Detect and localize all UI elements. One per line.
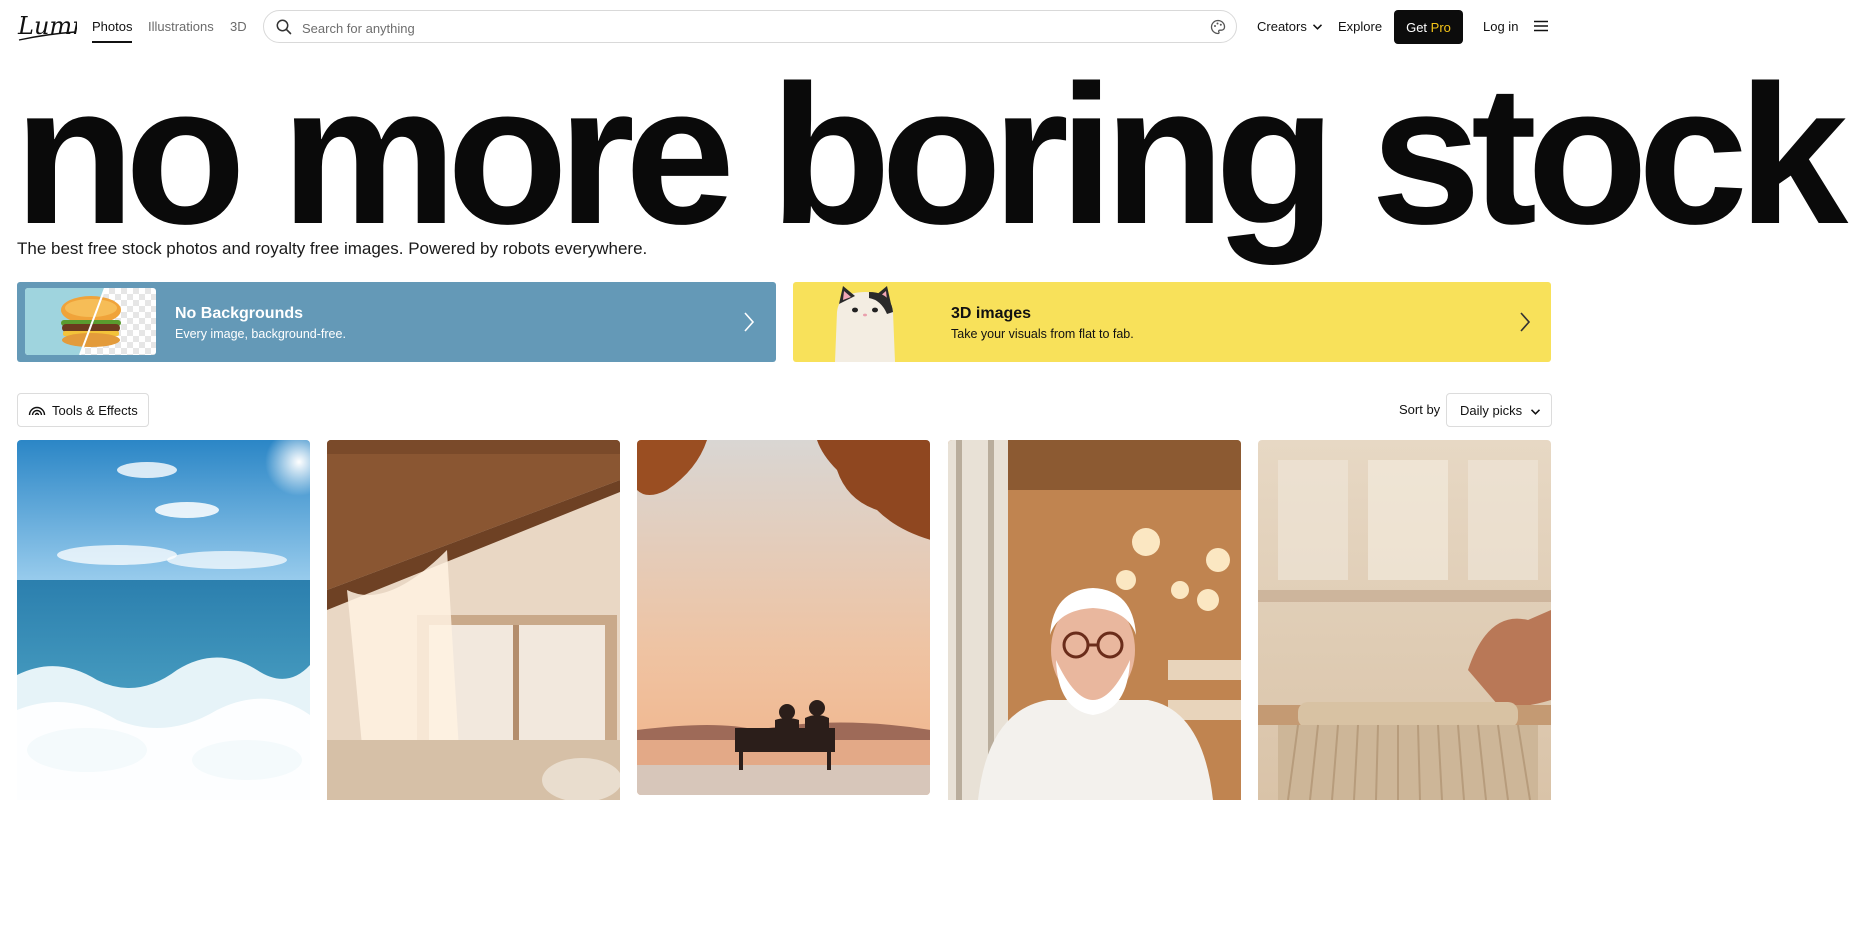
tab-photos[interactable]: Photos — [92, 19, 132, 34]
active-tab-indicator — [92, 41, 132, 43]
photo-hand-weaving[interactable] — [1258, 440, 1551, 800]
promo-subtitle: Take your visuals from flat to fab. — [951, 327, 1134, 341]
search-icon — [276, 19, 292, 35]
promo-subtitle: Every image, background-free. — [175, 327, 346, 341]
tools-effects-label: Tools & Effects — [52, 403, 138, 418]
search-bar[interactable] — [263, 10, 1237, 43]
logo-text: Lummi — [17, 12, 77, 40]
photo-sunlit-bedroom[interactable] — [327, 440, 620, 800]
burger-thumbnail — [25, 288, 156, 355]
sort-by-label: Sort by — [1399, 402, 1441, 417]
get-pro-button[interactable]: Get Pro — [1394, 10, 1463, 44]
lummi-logo-mark: Lummi — [17, 12, 77, 41]
hero-subtitle: The best free stock photos and royalty f… — [17, 239, 648, 258]
hero-title: no more boring stock — [14, 44, 1848, 265]
photo-couple-sunset[interactable] — [637, 440, 930, 795]
photo-image — [327, 440, 620, 800]
lummi-logo[interactable]: Lummi — [17, 10, 77, 44]
photo-ocean-waves[interactable] — [17, 440, 310, 800]
chevron-right-icon — [744, 312, 755, 332]
tab-illustrations[interactable]: Illustrations — [148, 19, 214, 34]
photo-image — [948, 440, 1241, 800]
promo-no-backgrounds[interactable]: No Backgrounds Every image, background-f… — [17, 282, 776, 362]
burger-image — [25, 288, 156, 355]
promo-title: No Backgrounds — [175, 305, 304, 322]
pro-label: Pro — [1430, 20, 1451, 35]
promo-title: 3D images — [951, 305, 1032, 322]
creators-menu[interactable]: Creators — [1257, 19, 1307, 34]
cat-3d-image — [835, 286, 895, 362]
photo-image — [637, 440, 930, 795]
photo-image — [17, 440, 310, 800]
hamburger-menu-icon[interactable] — [1534, 20, 1548, 32]
chevron-right-icon — [1520, 312, 1531, 332]
color-palette-icon[interactable] — [1210, 19, 1226, 35]
explore-link[interactable]: Explore — [1338, 19, 1382, 34]
tab-3d[interactable]: 3D — [230, 19, 247, 34]
photo-chef-portrait[interactable] — [948, 440, 1241, 800]
chevron-down-icon — [1530, 409, 1541, 415]
sort-value: Daily picks — [1460, 403, 1523, 418]
login-link[interactable]: Log in — [1483, 19, 1518, 34]
rainbow-icon — [28, 406, 46, 416]
promo-3d-images[interactable]: 3D images Take your visuals from flat to… — [793, 282, 1551, 362]
get-pro-label: Get — [1406, 20, 1428, 35]
chevron-down-icon[interactable] — [1312, 23, 1323, 31]
photo-image — [1258, 440, 1551, 800]
search-input[interactable] — [300, 17, 1184, 39]
tools-effects-button[interactable]: Tools & Effects — [17, 393, 149, 427]
sort-select[interactable]: Daily picks — [1446, 393, 1552, 427]
